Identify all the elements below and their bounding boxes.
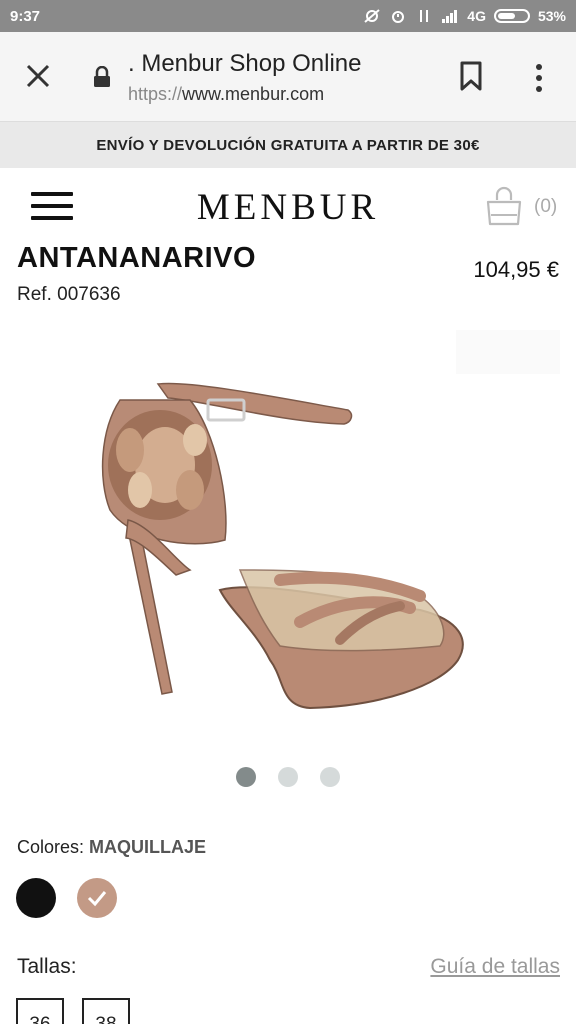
product-name: ANTANANARIVO [17, 242, 257, 274]
page-title[interactable]: . Menbur Shop Online [128, 50, 361, 78]
faded-button-placeholder [456, 330, 560, 374]
more-options-icon[interactable] [527, 62, 551, 94]
browser-toolbar: . Menbur Shop Online https://www.menbur.… [0, 32, 576, 122]
size-option-38[interactable]: 38 [82, 998, 130, 1024]
color-swatch-maquillaje[interactable] [77, 878, 117, 918]
promo-banner[interactable]: ENVÍO Y DEVOLUCIÓN GRATUITA A PARTIR DE … [0, 122, 576, 168]
url-text[interactable]: https://www.menbur.com [128, 84, 324, 105]
gallery-dot-1[interactable] [236, 767, 256, 787]
cart-count[interactable]: (0) [534, 196, 557, 218]
status-icons: 4G 53% [363, 8, 566, 24]
gallery-dot-2[interactable] [278, 767, 298, 787]
network-type: 4G [467, 8, 486, 24]
sync-off-icon [364, 9, 380, 23]
image-pagination [0, 767, 576, 787]
colors-label: Colores: MAQUILLAJE [17, 837, 206, 858]
sizes-label: Tallas: [17, 955, 77, 978]
product-reference: Ref. 007636 [17, 284, 121, 305]
product-image[interactable] [80, 370, 480, 720]
url-scheme: https:// [128, 84, 183, 104]
bookmark-icon[interactable] [459, 60, 483, 92]
data-transfer-icon [420, 10, 429, 22]
signal-icon [442, 10, 458, 23]
checkmark-icon [87, 891, 107, 907]
size-guide-link[interactable]: Guía de tallas [430, 955, 560, 979]
color-swatch-black[interactable] [16, 878, 56, 918]
selected-color: MAQUILLAJE [89, 837, 207, 857]
colors-label-text: Colores: [17, 837, 85, 857]
shopping-bag-icon[interactable] [485, 186, 523, 226]
battery-percent: 53% [537, 8, 566, 24]
product-price: 104,95 € [473, 257, 559, 282]
url-host: www.menbur.com [182, 84, 325, 104]
status-time: 9:37 [10, 7, 41, 25]
close-icon[interactable] [22, 60, 54, 92]
status-bar: 9:37 4G 53% [0, 0, 576, 32]
battery-icon [493, 9, 530, 23]
size-option-36[interactable]: 36 [16, 998, 64, 1024]
gallery-dot-3[interactable] [320, 767, 340, 787]
lock-icon[interactable] [93, 66, 111, 88]
alarm-icon [392, 11, 405, 23]
